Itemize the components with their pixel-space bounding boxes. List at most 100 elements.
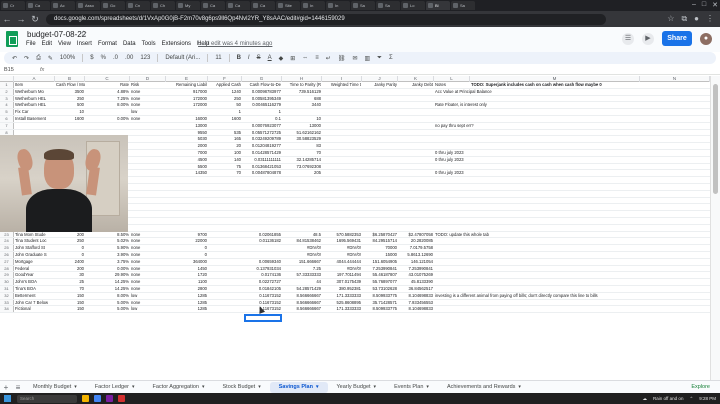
cell-j30[interactable]: 55.76897077 [362, 279, 398, 285]
cell-e14[interactable]: 14350 [166, 170, 208, 176]
cell-k24[interactable]: 20.2820085 [398, 238, 434, 244]
print-icon[interactable]: ⎙ [36, 55, 41, 62]
cell-c23[interactable]: 8.50% [85, 232, 130, 238]
cell-g8[interactable]: 0.05571272725 [242, 130, 282, 136]
cell-g23[interactable]: 0.02061855 [242, 232, 282, 238]
cell-c29[interactable]: 29.90% [85, 272, 130, 278]
chevron-down-icon[interactable]: ▾ [374, 384, 377, 390]
cell-d34[interactable]: low [130, 306, 166, 312]
cell-h27[interactable]: 151.666667 [282, 259, 322, 265]
browser-tab[interactable]: Sa [351, 1, 375, 10]
cell-c32[interactable]: 8.00% [85, 293, 130, 299]
cell-k25[interactable]: 7.0179.5758 [398, 245, 434, 251]
cell-e34[interactable]: 1285 [166, 306, 208, 312]
cell-c26[interactable]: 3.90% [85, 252, 130, 258]
sheet-tab[interactable]: Yearly Budget ▾ [328, 382, 386, 393]
cell-b33[interactable]: 150 [55, 300, 85, 306]
share-button[interactable]: Share [662, 31, 692, 46]
cell-e3[interactable]: 172000 [166, 96, 208, 102]
cell-l23[interactable]: TODO: update this whole tab [434, 232, 489, 238]
cell-l2[interactable]: Acc Value at Principal Balance [434, 89, 492, 95]
browser-tab[interactable]: In [326, 1, 350, 10]
row-number[interactable]: 29 [0, 272, 14, 279]
cell-a31[interactable]: Tina's BOA [14, 286, 55, 292]
sheet-tab[interactable]: Factor Aggregation ▾ [144, 382, 214, 393]
chrome-icon[interactable] [94, 395, 101, 402]
cell-d31[interactable]: none [130, 286, 166, 292]
browser-tab[interactable]: Site [276, 1, 300, 10]
cell-d2[interactable]: none [130, 89, 166, 95]
cell-d24[interactable]: none [130, 238, 166, 244]
cell-c3[interactable]: 7.25% [85, 96, 130, 102]
cell-h6[interactable]: 10 [282, 116, 322, 122]
cell-l11[interactable]: 0 thru july 2023 [434, 150, 470, 156]
cell-e6[interactable]: 16000 [166, 116, 208, 122]
cell-a29[interactable]: GoodYear [14, 272, 55, 278]
row-number[interactable]: 4 [0, 102, 14, 109]
cell-c27[interactable]: 3.75% [85, 259, 130, 265]
account-avatar[interactable]: ● [700, 32, 712, 45]
cell-a3[interactable]: Wetherburn HEL [14, 96, 55, 102]
cell-b30[interactable]: 25 [55, 279, 85, 285]
cell-m1[interactable]: TODO: Superjank includes cash on cash wh… [470, 82, 640, 88]
cell-g32[interactable]: 0.11673152 [242, 293, 282, 299]
text-color-button[interactable]: A [268, 55, 272, 61]
browser-tab[interactable]: Ca [251, 1, 275, 10]
file-explorer-icon[interactable] [82, 395, 89, 402]
profile-icon[interactable]: ● [694, 14, 699, 24]
cell-f2[interactable]: 1240 [208, 89, 242, 95]
chevron-down-icon[interactable]: ▾ [316, 384, 319, 390]
name-box[interactable]: B15 [2, 66, 32, 74]
cell-h12[interactable]: 32.14285714 [282, 157, 322, 163]
chevron-down-icon[interactable]: ▾ [518, 384, 521, 390]
cell-e30[interactable]: 1100 [166, 279, 208, 285]
cell-a24[interactable]: Tina Student Loc [14, 238, 55, 244]
cell-k33[interactable]: 7.933456553 [398, 300, 434, 306]
row-number[interactable]: 30 [0, 279, 14, 285]
undo-icon[interactable]: ↶ [12, 55, 17, 62]
cell-e29[interactable]: 1720 [166, 272, 208, 278]
cell-h34[interactable]: 8.566666667 [282, 306, 322, 312]
cell-h13[interactable]: 73.07692308 [282, 164, 322, 170]
percent-button[interactable]: % [101, 55, 106, 61]
browser-tab[interactable]: Cn [126, 1, 150, 10]
cell-b1[interactable]: Cash Flow / Mon [55, 82, 85, 88]
comment-history-icon[interactable]: ☰ [622, 32, 634, 45]
selected-cell[interactable] [244, 314, 282, 322]
cell-a5[interactable]: Fix Car [14, 109, 55, 115]
cell-j27[interactable]: 151.6054905 [362, 259, 398, 265]
address-bar[interactable]: docs.google.com/spreadsheets/d/1VxAp0G0j… [46, 13, 606, 25]
cell-k28[interactable]: 7.253990841 [398, 266, 434, 272]
kebab-menu-icon[interactable]: ⋮ [706, 14, 714, 24]
cell-e23[interactable]: 9700 [166, 232, 208, 238]
row-number[interactable]: 5 [0, 109, 14, 115]
cell-e24[interactable]: 22000 [166, 238, 208, 244]
cell-j31[interactable]: 53.73102628 [362, 286, 398, 292]
borders-icon[interactable]: ⊞ [290, 55, 295, 62]
cell-g28[interactable]: 0.137931034 [242, 266, 282, 272]
cell-b5[interactable]: 10 [55, 109, 85, 115]
add-sheet-icon[interactable]: + [0, 383, 12, 392]
cell-d28[interactable]: none [130, 266, 166, 272]
cell-g30[interactable]: 0.02272727 [242, 279, 282, 285]
cell-f10[interactable]: 20 [208, 143, 242, 149]
cell-h8[interactable]: 51.62162162 [282, 130, 322, 136]
cell-f12[interactable]: 140 [208, 157, 242, 163]
cell-h2[interactable]: 739.516129 [282, 89, 322, 95]
menu-data[interactable]: Data [123, 41, 136, 47]
minimize-icon[interactable]: – [692, 1, 696, 9]
cell-h1[interactable]: Time to Parity (R [282, 82, 322, 88]
cell-g27[interactable]: 0.00659340 [242, 259, 282, 265]
cell-d5[interactable]: low [130, 109, 166, 115]
star-icon[interactable]: ☆ [80, 29, 87, 38]
cell-e13[interactable]: 5500 [166, 164, 208, 170]
forward-icon[interactable]: → [14, 14, 28, 24]
cell-a1[interactable]: Item [14, 82, 55, 88]
menu-edit[interactable]: Edit [42, 41, 52, 47]
cell-g24[interactable]: 0.01136182 [242, 238, 282, 244]
cell-d33[interactable]: none [130, 300, 166, 306]
sheet-tab[interactable]: Stock Budget ▾ [214, 382, 270, 393]
cell-b31[interactable]: 70 [55, 286, 85, 292]
cell-f3[interactable]: 250 [208, 96, 242, 102]
cell-h11[interactable]: 70 [282, 150, 322, 156]
